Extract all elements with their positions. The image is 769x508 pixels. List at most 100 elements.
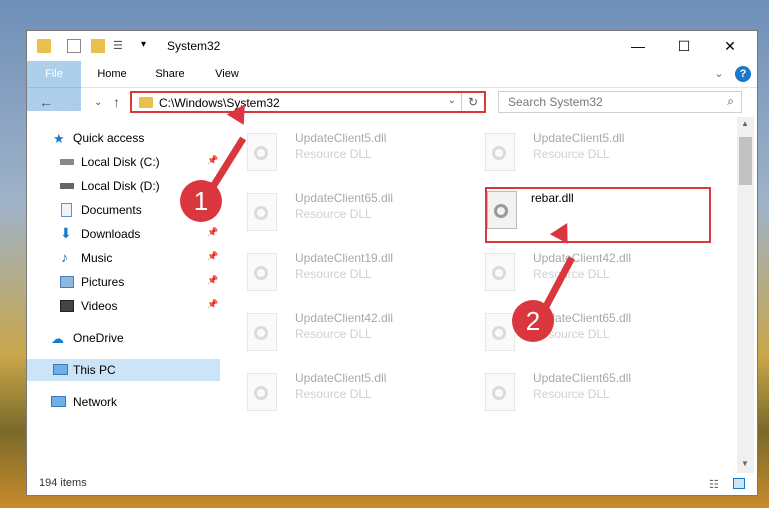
drive-icon [60, 183, 74, 189]
file-item[interactable]: UpdateClient19.dll Resource DLL [223, 247, 423, 297]
sidebar-item-quick-access[interactable]: ★ Quick access [27, 127, 220, 149]
sidebar-item-label: Network [73, 395, 118, 409]
file-type: Resource DLL [295, 207, 372, 221]
file-item[interactable]: UpdateClient5.dll Resource DLL [223, 127, 423, 177]
window-title: System32 [167, 39, 221, 53]
dll-file-icon [247, 313, 277, 351]
sidebar-item-videos[interactable]: Videos 📌 [27, 295, 220, 317]
search-icon[interactable]: ⌕ [727, 94, 734, 109]
network-icon [51, 396, 66, 407]
sidebar-item-label: OneDrive [73, 331, 124, 345]
file-list: UpdateClient5.dll Resource DLL UpdateCli… [223, 117, 737, 473]
file-name: UpdateClient5.dll [295, 131, 387, 145]
sidebar-item-this-pc[interactable]: This PC [27, 359, 220, 381]
folder-icon [37, 39, 51, 53]
pin-icon: 📌 [207, 251, 219, 261]
file-item[interactable]: UpdateClient5.dll Resource DLL [461, 127, 661, 177]
onedrive-icon: ☁ [51, 331, 64, 346]
sidebar-item-downloads[interactable]: ⬇ Downloads 📌 [27, 223, 220, 245]
address-dropdown-icon[interactable]: ⌄ [448, 95, 456, 106]
search-input[interactable]: Search System32 ⌕ [498, 91, 742, 113]
search-placeholder: Search System32 [508, 95, 603, 109]
step-badge-2: 2 [512, 300, 554, 342]
explorer-window: ☰ ▾ System32 — ☐ ✕ File Home Share View … [26, 30, 758, 496]
dll-file-icon [247, 133, 277, 171]
large-icons-view-icon[interactable] [733, 478, 745, 489]
customize-toolbar-icon[interactable]: ☰ [113, 39, 127, 53]
address-bar[interactable]: C:\Windows\System32 ⌄ ↻ [130, 91, 486, 113]
step-badge-1: 1 [180, 180, 222, 222]
dll-file-icon [485, 253, 515, 291]
sidebar-item-network[interactable]: Network [27, 391, 220, 413]
dll-file-icon [485, 133, 515, 171]
scroll-down-icon[interactable]: ▼ [741, 459, 749, 468]
file-name: UpdateClient5.dll [533, 131, 625, 145]
documents-icon [61, 203, 72, 217]
file-type: Resource DLL [533, 387, 610, 401]
sidebar-item-label: Quick access [73, 131, 145, 145]
scroll-up-icon[interactable]: ▲ [741, 119, 749, 128]
tab-home[interactable]: Home [87, 61, 137, 87]
file-type: Resource DLL [295, 147, 372, 161]
ribbon: File Home Share View ⌄ ? [27, 61, 757, 111]
back-icon[interactable]: ← [39, 94, 53, 110]
pin-icon: 📌 [207, 227, 219, 237]
ribbon-collapse-icon[interactable]: ⌄ [709, 61, 729, 87]
file-name: UpdateClient42.dll [295, 311, 394, 325]
refresh-icon[interactable]: ↻ [461, 93, 484, 111]
sidebar-item-label: This PC [73, 363, 116, 377]
forward-icon[interactable]: → [68, 94, 82, 110]
up-icon[interactable]: ↑ [113, 94, 120, 110]
pin-icon: 📌 [207, 275, 219, 285]
file-item[interactable]: UpdateClient5.dll Resource DLL [223, 367, 423, 417]
sidebar-item-pictures[interactable]: Pictures 📌 [27, 271, 220, 293]
navigation-pane: ★ Quick access Local Disk (C:) 📌 Local D… [27, 117, 220, 473]
dll-file-icon [247, 193, 277, 231]
videos-icon [60, 300, 74, 312]
dll-file-icon [247, 373, 277, 411]
sidebar-item-music[interactable]: ♪ Music 📌 [27, 247, 220, 269]
maximize-button[interactable]: ☐ [661, 31, 707, 61]
address-path[interactable]: C:\Windows\System32 [159, 96, 280, 110]
sidebar-item-label: Local Disk (C:) [81, 155, 160, 169]
sidebar-item-label: Videos [81, 299, 118, 313]
details-view-icon[interactable]: ☷ [709, 478, 719, 491]
file-type: Resource DLL [295, 327, 372, 341]
pin-icon: 📌 [207, 155, 219, 165]
file-name: UpdateClient42.dll [533, 251, 632, 265]
dropdown-icon[interactable]: ▾ [141, 39, 155, 53]
file-item[interactable]: UpdateClient42.dll Resource DLL [223, 307, 423, 357]
file-item[interactable]: UpdateClient65.dll Resource DLL [461, 367, 661, 417]
status-bar: 194 items ☷ [27, 474, 757, 495]
recent-locations-icon[interactable]: ⌄ [94, 97, 102, 108]
sidebar-item-label: Local Disk (D:) [81, 179, 160, 193]
help-icon[interactable]: ? [735, 66, 751, 82]
sidebar-item-label: Downloads [81, 227, 141, 241]
properties-icon[interactable] [67, 39, 81, 53]
sidebar-item-onedrive[interactable]: ☁ OneDrive [27, 327, 220, 349]
star-icon: ★ [53, 131, 65, 146]
close-button[interactable]: ✕ [707, 31, 753, 61]
title-bar: ☰ ▾ System32 — ☐ ✕ [27, 31, 757, 61]
minimize-button[interactable]: — [615, 31, 661, 61]
dll-file-icon [247, 253, 277, 291]
file-item[interactable]: UpdateClient65.dll Resource DLL [461, 307, 661, 357]
address-row: ← → ⌄ ↑ C:\Windows\System32 ⌄ ↻ Search S… [27, 88, 757, 116]
scrollbar-thumb[interactable] [739, 137, 752, 185]
tab-view[interactable]: View [202, 61, 252, 87]
folder-icon [139, 97, 153, 108]
file-type: Resource DLL [533, 267, 610, 281]
vertical-scrollbar[interactable]: ▲ ▼ [737, 117, 754, 473]
pin-icon: 📌 [207, 299, 219, 309]
file-name: UpdateClient5.dll [295, 371, 387, 385]
dll-file-icon [485, 313, 515, 351]
music-icon: ♪ [61, 249, 68, 265]
file-item[interactable]: UpdateClient65.dll Resource DLL [223, 187, 423, 237]
sidebar-item-local-disk-c[interactable]: Local Disk (C:) 📌 [27, 151, 220, 173]
new-folder-icon[interactable] [91, 39, 105, 53]
tab-share[interactable]: Share [145, 61, 195, 87]
pictures-icon [60, 276, 74, 288]
sidebar-item-label: Pictures [81, 275, 125, 289]
file-name: UpdateClient19.dll [295, 251, 394, 265]
file-type: Resource DLL [533, 147, 610, 161]
